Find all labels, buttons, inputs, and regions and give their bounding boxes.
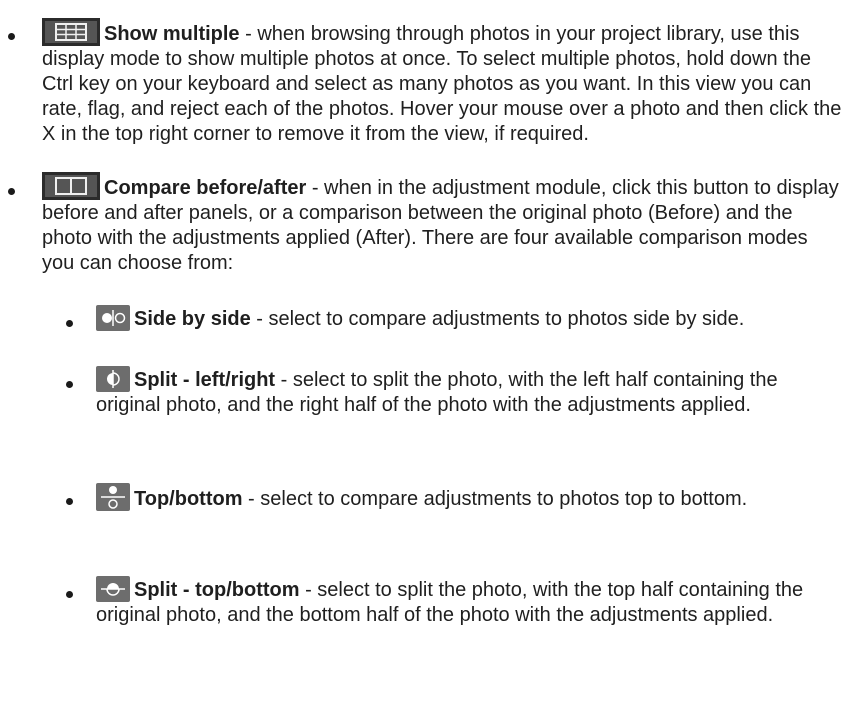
top-bottom-icon <box>96 483 130 511</box>
item-title: Compare before/after <box>104 177 307 199</box>
bullet <box>8 33 15 40</box>
item-title: Top/bottom <box>134 488 243 510</box>
compare-panels-icon <box>42 172 100 200</box>
bullet <box>66 498 73 505</box>
item-title: Side by side <box>134 308 251 330</box>
split-top-bottom-icon <box>96 576 130 602</box>
bullet <box>66 320 73 327</box>
bullet <box>66 381 73 388</box>
split-left-right-icon <box>96 366 130 392</box>
side-by-side-icon <box>96 305 130 331</box>
item-title: Split - top/bottom <box>134 579 300 601</box>
item-title: Show multiple <box>104 23 240 45</box>
bullet <box>66 591 73 598</box>
item-body: - select to compare adjustments to photo… <box>250 308 745 330</box>
item-body: - select to compare adjustments to photo… <box>242 488 748 510</box>
item-title: Split - left/right <box>134 369 276 391</box>
grid-view-icon <box>42 18 100 46</box>
bullet <box>8 188 15 195</box>
